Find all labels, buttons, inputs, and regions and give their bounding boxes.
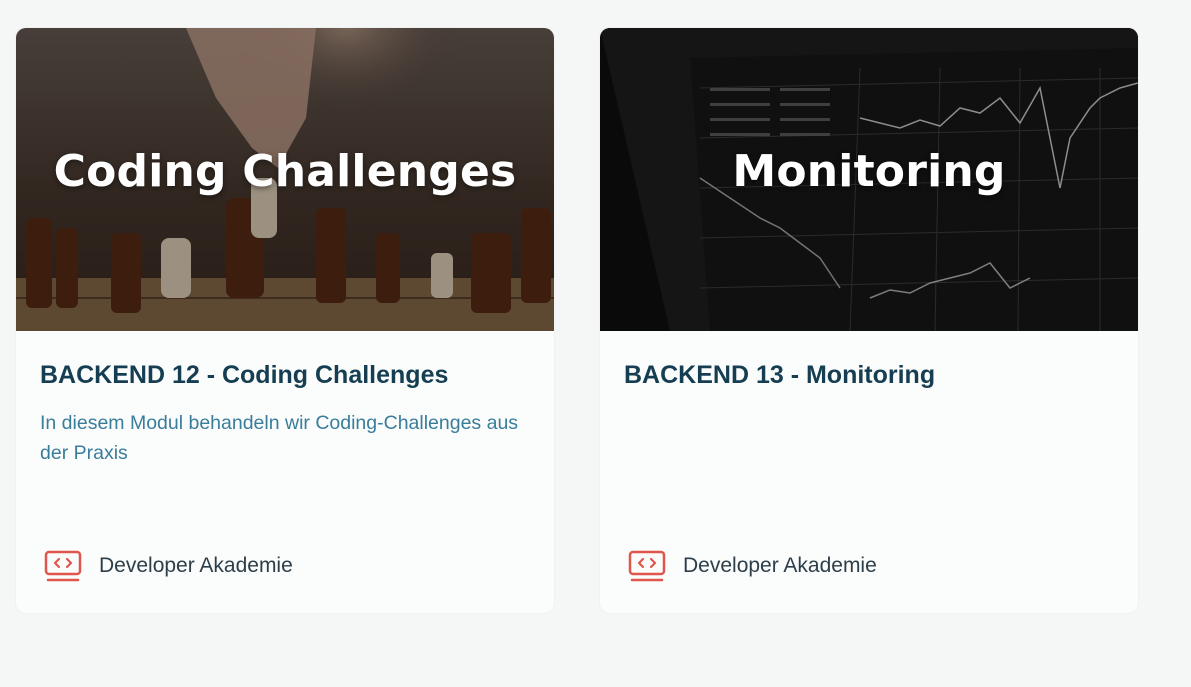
provider-name: Developer Akademie	[683, 554, 877, 577]
course-provider: Developer Akademie	[44, 548, 293, 584]
course-card[interactable]: Coding Challenges BACKEND 12 - Coding Ch…	[16, 28, 554, 613]
code-monitor-icon	[628, 550, 666, 582]
course-card-body: BACKEND 12 - Coding Challenges In diesem…	[40, 331, 530, 613]
course-description: In diesem Modul behandeln wir Coding-Cha…	[40, 412, 519, 464]
course-title[interactable]: BACKEND 12 - Coding Challenges	[40, 361, 448, 390]
course-card-body: BACKEND 13 - Monitoring Developer Akadem…	[624, 331, 1114, 613]
course-thumbnail[interactable]: Monitoring	[600, 28, 1138, 331]
code-monitor-icon	[44, 550, 82, 582]
course-title[interactable]: BACKEND 13 - Monitoring	[624, 361, 935, 390]
course-thumbnail[interactable]: Coding Challenges	[16, 28, 554, 331]
course-provider: Developer Akademie	[628, 548, 877, 584]
provider-name: Developer Akademie	[99, 554, 293, 577]
thumbnail-title: Coding Challenges	[53, 146, 517, 197]
thumbnail-title: Monitoring	[732, 146, 1006, 197]
course-card[interactable]: Monitoring BACKEND 13 - Monitoring Devel…	[600, 28, 1138, 613]
course-grid: Coding Challenges BACKEND 12 - Coding Ch…	[0, 0, 1191, 687]
